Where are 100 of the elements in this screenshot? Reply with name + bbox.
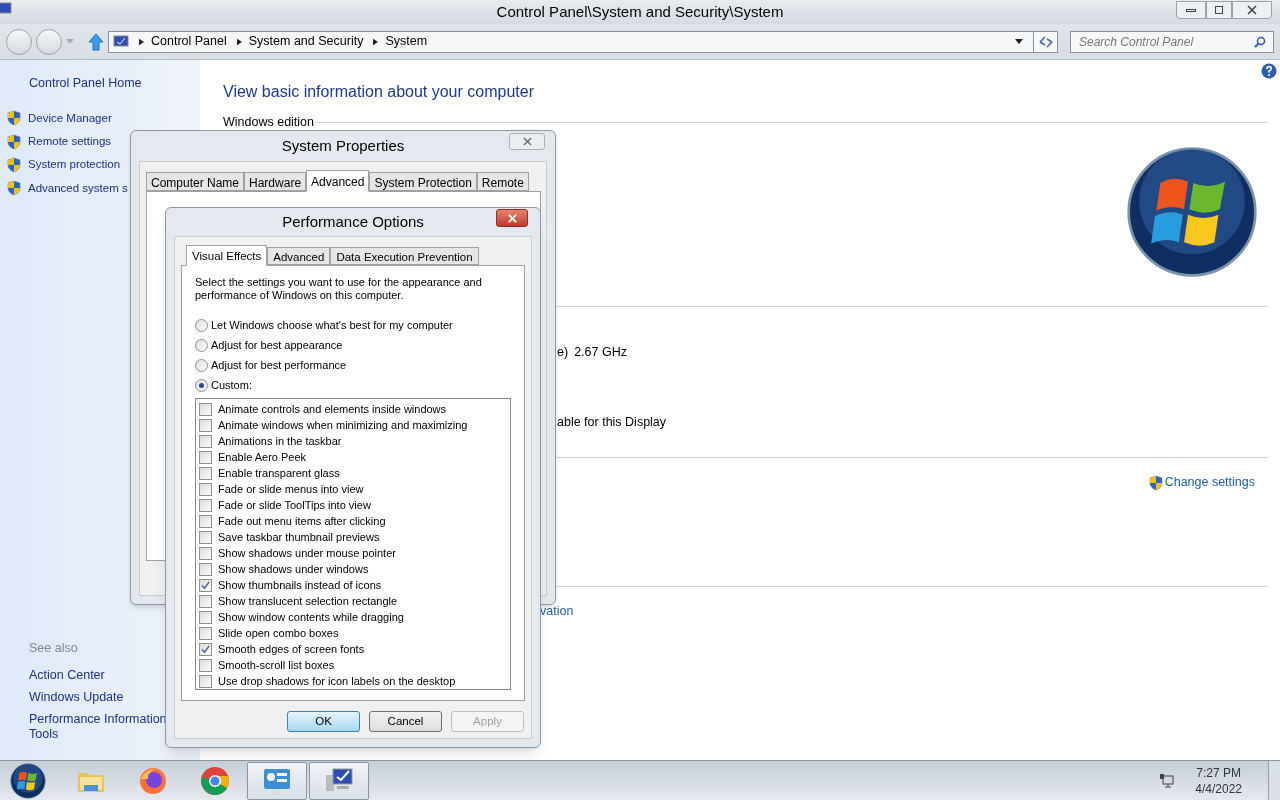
checkbox-label[interactable]: Smooth-scroll list boxes: [218, 656, 335, 674]
dialog-button[interactable]: Cancel: [369, 711, 442, 732]
radio-label[interactable]: Adjust for best performance: [211, 356, 347, 374]
search-field[interactable]: Search Control Panel: [1070, 30, 1274, 53]
radio-button[interactable]: [195, 378, 208, 392]
close-icon: [522, 137, 532, 146]
forward-button[interactable]: [36, 28, 62, 55]
info-text: able for this Display: [557, 413, 667, 431]
checkbox[interactable]: [199, 450, 212, 464]
checkbox-label[interactable]: Smooth edges of screen fonts: [218, 640, 365, 658]
checkbox-label[interactable]: Enable Aero Peek: [218, 448, 307, 466]
sidebar-link[interactable]: Device Manager: [28, 109, 112, 127]
checkbox[interactable]: [199, 482, 212, 496]
refresh-icon: [1038, 35, 1053, 48]
checkbox-label[interactable]: Slide open combo boxes: [218, 624, 339, 642]
sidebar-link[interactable]: Control Panel Home: [29, 74, 142, 93]
breadcrumb-arrow-icon[interactable]: [236, 37, 242, 46]
sidebar-link[interactable]: Action Center: [29, 668, 105, 683]
checkbox-label[interactable]: Save taskbar thumbnail previews: [218, 528, 380, 546]
checkbox[interactable]: [199, 642, 212, 656]
clock-date: 4/4/2022: [1195, 780, 1242, 797]
checkbox[interactable]: [199, 434, 212, 448]
checkbox[interactable]: [199, 578, 212, 592]
description-text: Select the settings you want to use for the appearance and performance of Windows on this computer.: [195, 276, 483, 302]
close-button[interactable]: [509, 133, 545, 150]
dialog-title: System Properties: [281, 135, 405, 156]
breadcrumb-arrow-icon[interactable]: [373, 37, 379, 46]
info-text: e): [557, 343, 569, 361]
show-desktop-button[interactable]: [1268, 761, 1280, 800]
tab[interactable]: Visual Effects: [186, 245, 268, 266]
checkbox-label[interactable]: Fade or slide menus into view: [218, 480, 364, 498]
sidebar-link[interactable]: Remote settings: [28, 133, 112, 151]
radio-button[interactable]: [195, 358, 208, 372]
sidebar-link[interactable]: System protection: [28, 156, 121, 174]
tab[interactable]: Computer Name: [146, 172, 245, 191]
close-button[interactable]: [496, 209, 528, 227]
address-bar[interactable]: Control Panel System and Security System: [108, 30, 1058, 53]
shield-icon: [6, 180, 22, 197]
shield-icon: [6, 110, 22, 127]
activation-link[interactable]: vation: [540, 602, 574, 621]
radio-label[interactable]: Custom:: [211, 376, 252, 394]
network-icon[interactable]: [1159, 772, 1176, 789]
dialog-button[interactable]: OK: [287, 711, 360, 732]
checkbox-label[interactable]: Show translucent selection rectangle: [218, 592, 398, 610]
sidebar-link[interactable]: Windows Update: [29, 690, 124, 705]
breadcrumb[interactable]: System and Security: [248, 32, 364, 51]
tab[interactable]: Remote: [476, 172, 529, 191]
checkbox[interactable]: [199, 610, 212, 624]
checkbox-label[interactable]: Animations in the taskbar: [218, 432, 342, 450]
up-arrow-icon[interactable]: [88, 32, 104, 51]
checkbox[interactable]: [199, 418, 212, 432]
taskbar-button[interactable]: [309, 761, 369, 800]
checkbox-label[interactable]: Animate controls and elements inside windows: [218, 400, 447, 418]
radio-label[interactable]: Adjust for best appearance: [211, 336, 343, 354]
checkbox-label[interactable]: Enable transparent glass: [218, 464, 340, 482]
change-settings-link[interactable]: Change settings: [1164, 473, 1255, 492]
windows-logo: [10, 762, 46, 799]
checkbox[interactable]: [199, 402, 212, 416]
checkbox-label[interactable]: Show shadows under mouse pointer: [218, 544, 396, 562]
radio-label[interactable]: Let Windows choose what's best for my computer: [211, 316, 453, 334]
checkbox-label[interactable]: Animate windows when minimizing and maximizing: [218, 416, 468, 434]
restore-button[interactable]: [1206, 1, 1232, 19]
radio-button[interactable]: [195, 338, 208, 352]
checkbox[interactable]: [199, 514, 212, 528]
checkbox[interactable]: [199, 594, 212, 608]
breadcrumb[interactable]: Control Panel: [151, 32, 227, 51]
help-icon[interactable]: [1261, 63, 1277, 79]
checkmark-icon: [201, 580, 210, 590]
radio-button[interactable]: [195, 318, 208, 332]
checkbox[interactable]: [199, 498, 212, 512]
checkbox[interactable]: [199, 562, 212, 576]
checkbox-label[interactable]: Fade out menu items after clicking: [218, 512, 386, 530]
taskbar-button[interactable]: [247, 761, 307, 800]
tab[interactable]: Advanced: [267, 247, 331, 265]
checkbox[interactable]: [199, 674, 212, 688]
checkbox[interactable]: [199, 530, 212, 544]
close-button[interactable]: [1232, 1, 1272, 19]
minimize-button[interactable]: [1176, 1, 1206, 19]
tab[interactable]: System Protection: [369, 172, 477, 191]
checkbox[interactable]: [199, 546, 212, 560]
breadcrumb-arrow-icon[interactable]: [139, 37, 144, 46]
sidebar-link[interactable]: Advanced system s: [28, 179, 128, 197]
shield-icon: [6, 133, 22, 150]
sidebar-link[interactable]: Performance Information Tools: [29, 712, 167, 742]
checkbox-label[interactable]: Use drop shadows for icon labels on the desktop: [218, 672, 456, 690]
checkbox[interactable]: [199, 658, 212, 672]
checkbox-label[interactable]: Show shadows under windows: [218, 560, 369, 578]
checkbox[interactable]: [199, 466, 212, 480]
checkbox[interactable]: [199, 626, 212, 640]
breadcrumb[interactable]: System: [385, 32, 428, 51]
checkbox-label[interactable]: Fade or slide ToolTips into view: [218, 496, 371, 514]
checkbox-label[interactable]: Show thumbnails instead of icons: [218, 576, 382, 594]
back-button[interactable]: [6, 28, 32, 55]
tab[interactable]: Hardware: [244, 172, 307, 191]
dropdown-caret-icon[interactable]: [1015, 38, 1023, 45]
tab[interactable]: Advanced: [306, 170, 370, 192]
checkbox-label[interactable]: Show window contents while dragging: [218, 608, 404, 626]
clock[interactable]: 7:27 PM 4/4/2022: [1195, 764, 1242, 797]
search-icon[interactable]: [1254, 35, 1266, 48]
tab[interactable]: Data Execution Prevention: [330, 247, 479, 265]
